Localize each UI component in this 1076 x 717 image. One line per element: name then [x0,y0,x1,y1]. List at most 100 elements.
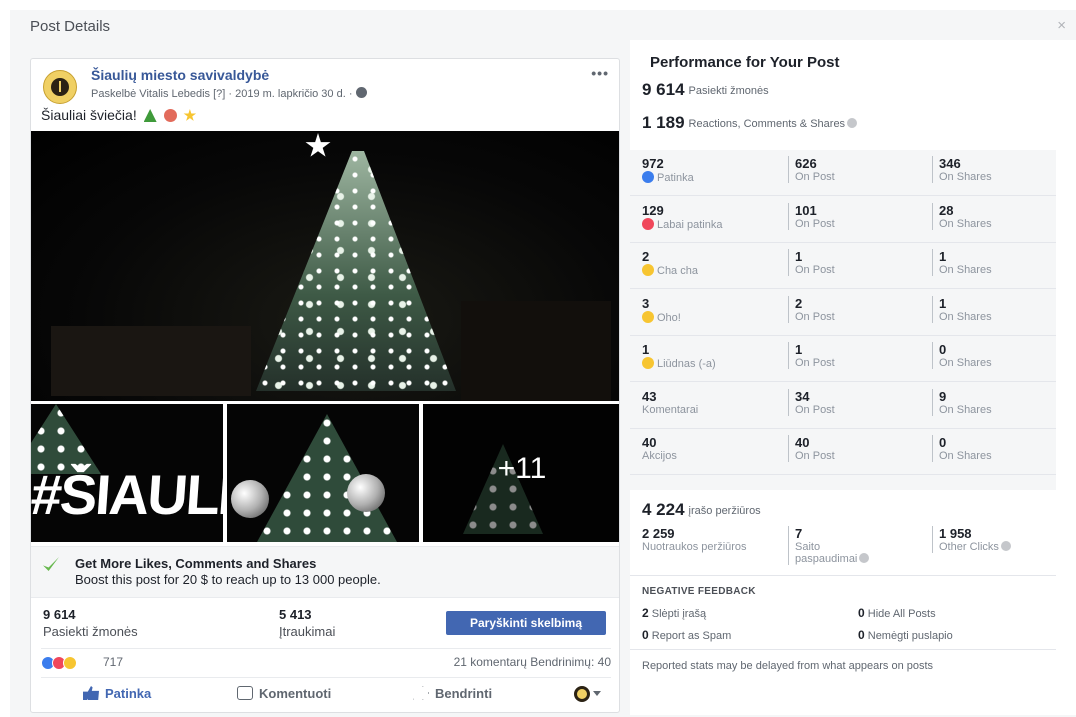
link-clicks: 7 Saito paspaudimai [788,526,928,565]
page-name-link[interactable]: Šiaulių miesto savivaldybė [91,67,269,83]
breakdown-label: On Shares [939,264,992,276]
boost-post-button[interactable]: Paryškinti skelbimą [446,611,606,635]
breakdown-value: 2 [642,249,650,264]
globe-icon [355,87,367,98]
info-icon[interactable] [1000,541,1011,551]
performance-title: Performance for Your Post [650,54,840,71]
breakdown-label: On Shares [939,403,992,416]
breakdown-value: 346 [939,156,961,171]
breakdown-cell: 972 Patinka [642,156,782,184]
neg-label: Nemėgti puslapio [867,630,953,642]
comments-shares-count[interactable]: 21 komentarų Bendrinimų: 40 [454,655,611,669]
page-avatar[interactable] [43,70,77,104]
neg-value: 0 [858,628,865,642]
reaction-count[interactable]: 717 [103,655,123,669]
close-icon[interactable]: × [1057,17,1066,34]
love-reaction-icon [642,217,654,230]
stat-engagement: 5 413 Įtraukimai [279,607,335,639]
breakdown-value: 1 [795,249,803,264]
like-button[interactable]: Patinka [83,686,151,701]
reach-summary: 9 614 Pasiekti žmonės [642,80,769,100]
post-card: Šiaulių miesto savivaldybė Paskelbė Vita… [30,58,620,713]
photo-ornament [231,480,269,518]
like-reaction-icon [642,171,654,183]
post-text-content: Šiauliai šviečia! [41,107,137,123]
hide-post-count: 2 Slėpti įrašą [642,606,706,620]
boost-title: Get More Likes, Comments and Shares [75,556,317,571]
haha-reaction-icon [642,264,654,276]
other-clicks-label: Other Clicks [939,541,999,553]
breakdown-value: 34 [795,388,810,404]
breakdown-cell: 40 On Post [788,435,928,462]
breakdown-row: 40 Akcijos 40 On Post 0 On Shares [630,429,1056,475]
breakdown-cell: 1 Liūdnas (-a) [642,342,782,370]
reactions-breakdown: 972 Patinka 626 On Post 346 On Shares 129 Labai… [630,150,1056,490]
breakdown-cell: 2 On Post [788,295,928,323]
breakdown-value: 43 [642,388,657,404]
photo-views: 2 259 Nuotraukos peržiūros [642,526,782,553]
info-icon[interactable] [859,553,870,563]
unlike-page-count: 0 Nemėgti puslapio [858,628,953,642]
more-options-icon[interactable]: ••• [591,65,609,81]
neg-label: Report as Spam [651,630,732,642]
main-photo[interactable] [31,131,619,401]
info-icon[interactable] [847,118,858,128]
photo-thumbnail[interactable]: #ŠIAULIAI [31,404,223,542]
breakdown-value: 972 [642,156,664,171]
boost-promo: Get More Likes, Comments and Shares Boos… [31,546,619,598]
reaction-icons[interactable] [41,654,77,672]
breakdown-cell: 1 On Shares [932,295,1072,323]
breakdown-cell: 2 Cha cha [642,249,782,277]
views-summary: 4 224 įrašo peržiūros [642,500,761,520]
photo-thumbnail[interactable] [227,404,419,542]
breakdown-label: On Shares [939,217,992,230]
breakdown-value: 0 [939,342,947,357]
link-clicks-label: Saito [795,541,821,553]
breakdown-cell: 129 Labai patinka [642,203,782,231]
breakdown-row: 1 Liūdnas (-a) 1 On Post 0 On Shares [630,336,1056,382]
other-clicks-value: 1 958 [939,526,972,541]
breakdown-value: 129 [642,202,664,218]
hide-all-posts-count: 0 Hide All Posts [858,606,936,620]
photo-sign-text: #ŠIAULIAI [31,463,223,526]
neg-label: Slėpti įrašą [651,608,707,620]
breakdown-value: 2 [795,295,803,311]
neg-value: 0 [642,628,649,642]
neg-value: 2 [642,606,649,620]
photo-thumbnail-more[interactable]: +11 [423,404,619,542]
link-clicks-value: 7 [795,526,803,541]
dialog-header: Post Details × [10,10,1076,42]
breakdown-label: Cha cha [657,265,698,277]
neg-label: Hide All Posts [867,608,936,620]
stat-label: Pasiekti žmonės [43,624,138,639]
breakdown-label: On Post [795,217,835,230]
comment-button[interactable]: Komentuoti [237,686,331,701]
views-value: 4 224 [642,500,685,519]
breakdown-label: Oho! [657,311,681,324]
breakdown-value: 1 [939,249,947,264]
breakdown-cell: 1 On Post [788,249,928,276]
post-meta: Paskelbė Vitalis Lebedis [?] · 2019 m. l… [91,87,367,100]
breakdown-value: 0 [939,435,947,450]
breakdown-value: 1 [642,342,650,357]
reach-label: Pasiekti žmonės [688,85,769,97]
breakdown-label: On Shares [939,310,992,323]
breakdown-cell: 28 On Shares [932,202,1072,230]
like-label: Patinka [105,686,152,701]
negative-feedback: NEGATIVE FEEDBACK 2 Slėpti įrašą 0 Hide … [630,578,1056,650]
stat-reach: 9 614 Pasiekti žmonės [43,607,138,639]
share-button[interactable]: Bendrinti [413,686,492,701]
comment-icon [237,686,253,700]
breakdown-value: 40 [642,435,657,450]
page-selector[interactable] [574,685,601,703]
link-clicks-label-2: paspaudimai [795,553,858,565]
breakdown-label: Liūdnas (-a) [657,358,716,370]
post-text: Šiauliai šviečia! [41,107,197,123]
share-label: Bendrinti [435,686,493,701]
reactions-summary: 717 21 komentarų Bendrinimų: 40 [41,648,611,672]
photo-building [461,301,611,401]
breakdown-label: Labai patinka [657,218,723,231]
dialog-title: Post Details [30,18,111,35]
photo-views-value: 2 259 [642,526,675,541]
breakdown-label: On Post [795,264,835,276]
